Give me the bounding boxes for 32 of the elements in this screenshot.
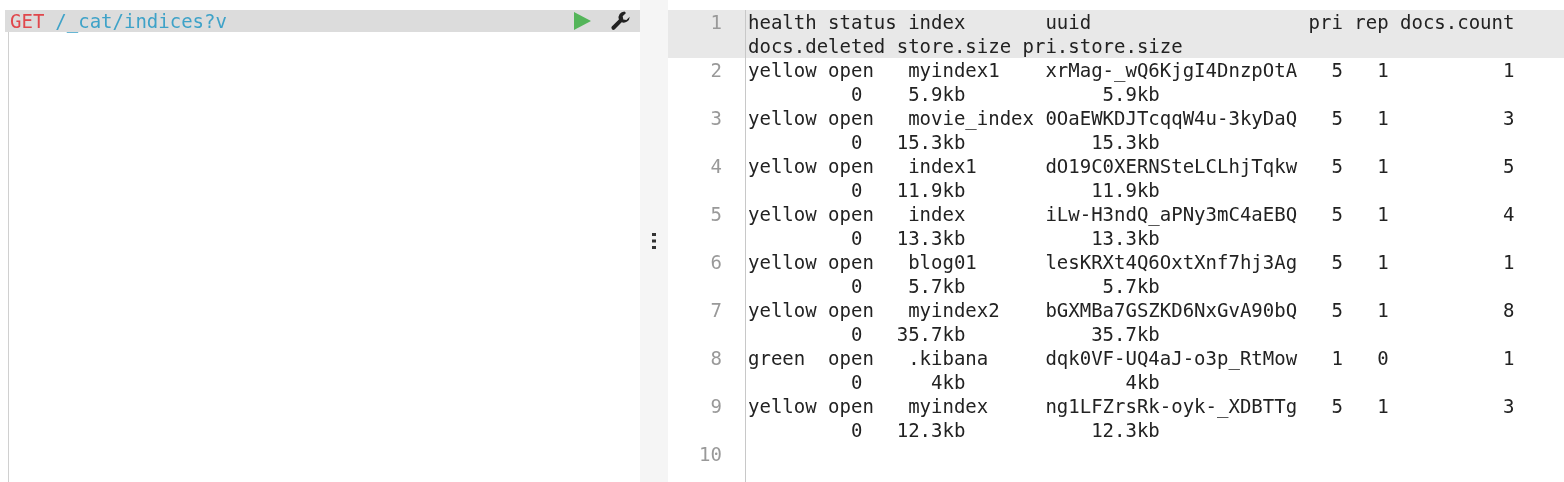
output-text: yellow open blog01 lesKRXt4Q6OxtXnf7hj3Ag 5 1 1 [748,251,1515,273]
line-number: 6 [710,251,722,273]
output-text: 0 13.3kb 13.3kb [849,227,1160,249]
output-text: health status index uuid pri rep docs.count [748,11,1515,33]
line-number: 8 [710,347,722,369]
output-text: 0 4kb 4kb [849,371,1160,393]
output-text: yellow open myindex2 bGXMBa7GSZKD6NxGvA90bQ 5 1 8 [748,299,1515,321]
request-path: /_cat/indices?v [55,10,227,32]
line-number: 5 [710,203,722,225]
output-text: green open .kibana dqk0VF-UQ4aJ-o3p_RtMow 1 0 1 [748,347,1515,369]
output-text: 0 35.7kb 35.7kb [849,323,1160,345]
output-text: docs.deleted store.size pri.store.size [748,35,1183,57]
line-number: 1 [710,11,722,33]
output-text: yellow open index1 dO19C0XERNSteLCLhjTqkw 5 1 5 [748,155,1515,177]
output-text: 0 5.9kb 5.9kb [849,83,1160,105]
line-number: 10 [699,443,722,465]
request-method: GET [10,10,45,32]
line-number: 7 [710,299,722,321]
output-text: 0 11.9kb 11.9kb [849,179,1160,201]
output-text: yellow open index iLw-H3ndQ_aPNy3mC4aEBQ 5 1 4 [748,203,1515,225]
line-number: 2 [710,59,722,81]
output-text: 0 5.7kb 5.7kb [849,275,1160,297]
output-text: yellow open movie_index 0OaEWKDJTcqqW4u-3kyDaQ 5 1 3 [748,107,1515,129]
output-text: yellow open myindex1 xrMag-_wQ6KjgI4DnzpOtA 5 1 1 [748,59,1515,81]
output-text: 0 12.3kb 12.3kb [849,419,1160,441]
line-number: 9 [710,395,722,417]
line-number: 3 [710,107,722,129]
output-text: yellow open myindex ng1LFZrsRk-oyk-_XDBTTg 5 1 3 [748,395,1515,417]
resize-handle-icon[interactable] [652,233,656,249]
output-text: 0 15.3kb 15.3kb [849,131,1160,153]
line-number: 4 [710,155,722,177]
wrench-icon[interactable] [610,10,632,32]
